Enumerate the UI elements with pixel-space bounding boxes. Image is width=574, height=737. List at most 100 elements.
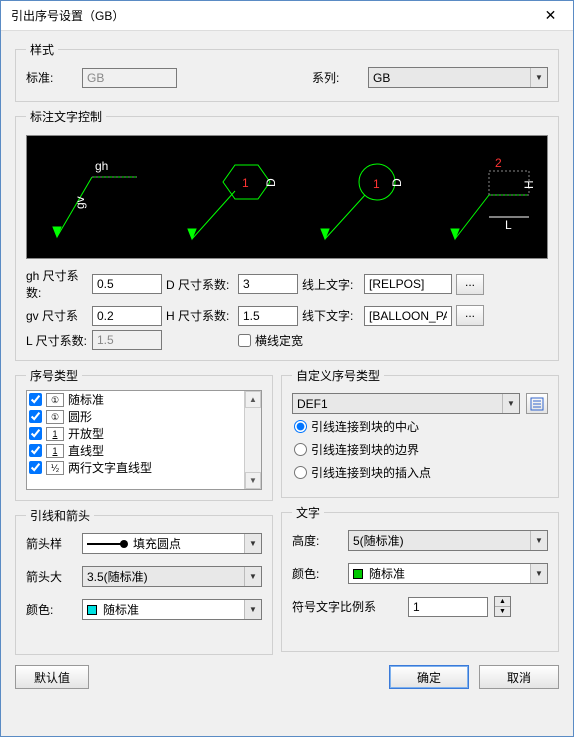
l-label: L 尺寸系数:: [26, 332, 88, 349]
radio-label: 引线连接到块的边界: [311, 441, 419, 458]
series-label: 系列:: [312, 69, 362, 86]
list-scrollbar[interactable]: ▲ ▼: [244, 391, 261, 489]
svg-text:H: H: [522, 180, 536, 189]
arrow-size-label: 箭头大: [26, 568, 76, 585]
arrow-shape-icon: [87, 543, 127, 545]
ok-button[interactable]: 确定: [389, 665, 469, 689]
list-checkbox[interactable]: [29, 427, 42, 440]
leader-color-combo[interactable]: 随标准 ▼: [82, 599, 262, 620]
list-checkbox[interactable]: [29, 393, 42, 406]
seq-icon: 1: [46, 444, 64, 458]
style-group: 样式 标准: 系列: GB ▼: [15, 41, 559, 102]
gv-input[interactable]: [92, 306, 162, 326]
svg-text:D: D: [264, 178, 278, 187]
radio-input[interactable]: [294, 420, 307, 433]
radio-label: 引线连接到块的中心: [311, 418, 419, 435]
list-item-label: 圆形: [68, 408, 92, 425]
text-height-value: 5(随标准): [353, 532, 404, 549]
ratio-spinner[interactable]: ▲ ▼: [494, 596, 511, 617]
gh-input[interactable]: [92, 274, 162, 294]
online-browse-button[interactable]: ...: [456, 274, 484, 295]
close-icon[interactable]: ✕: [528, 1, 573, 30]
scroll-down-icon[interactable]: ▼: [245, 472, 261, 489]
text-height-combo[interactable]: 5(随标准) ▼: [348, 530, 548, 551]
seq-type-list[interactable]: ① 随标准 ① 圆形 1 开放型 1 直线型 ⅟₂ 两行文字直线型 ▲ ▼: [26, 390, 262, 490]
ratio-input[interactable]: [408, 597, 488, 617]
d-label: D 尺寸系数:: [166, 276, 234, 293]
seq-type-group: 序号类型 ① 随标准 ① 圆形 1 开放型 1 直线型 ⅟₂ 两行文字直线型 ▲ ▼: [15, 367, 273, 501]
list-item[interactable]: 1 开放型: [27, 425, 244, 442]
text-group: 文字 高度: 5(随标准) ▼ 颜色: 随标准 ▼: [281, 504, 559, 652]
chevron-down-icon: ▼: [244, 600, 261, 619]
text-control-legend: 标注文字控制: [26, 108, 106, 125]
color-swatch-icon: [353, 569, 363, 579]
list-checkbox[interactable]: [29, 410, 42, 423]
custom-combo-value: DEF1: [297, 397, 328, 411]
seq-icon: 1: [46, 427, 64, 441]
spin-up-icon[interactable]: ▲: [495, 597, 510, 607]
radio-input[interactable]: [294, 443, 307, 456]
hline-checkbox[interactable]: [238, 334, 251, 347]
preview-image: gh gv 1 D: [26, 135, 548, 259]
arrow-style-value: 填充圆点: [133, 535, 181, 552]
radio-option[interactable]: 引线连接到块的中心: [294, 418, 548, 435]
custom-combo[interactable]: DEF1 ▼: [292, 393, 520, 414]
under-input[interactable]: [364, 306, 452, 326]
text-color-label: 颜色:: [292, 565, 342, 582]
leader-legend: 引线和箭头: [26, 507, 94, 524]
radio-option[interactable]: 引线连接到块的插入点: [294, 464, 548, 481]
custom-list-button[interactable]: [526, 393, 548, 414]
h-label: H 尺寸系数:: [166, 307, 234, 324]
ratio-label: 符号文字比例系: [292, 598, 402, 615]
svg-text:gh: gh: [95, 159, 108, 173]
text-height-label: 高度:: [292, 532, 342, 549]
color-swatch-icon: [87, 605, 97, 615]
spin-down-icon[interactable]: ▼: [495, 607, 510, 616]
list-checkbox[interactable]: [29, 461, 42, 474]
arrow-style-combo[interactable]: 填充圆点 ▼: [82, 533, 262, 554]
seq-icon: ①: [46, 410, 64, 424]
arrow-size-combo[interactable]: 3.5(随标准) ▼: [82, 566, 262, 587]
scroll-up-icon[interactable]: ▲: [245, 391, 261, 408]
online-input[interactable]: [364, 274, 452, 294]
online-label: 线上文字:: [302, 276, 360, 293]
text-legend: 文字: [292, 504, 324, 521]
seq-type-legend: 序号类型: [26, 367, 82, 384]
series-value: GB: [373, 71, 390, 85]
leader-group: 引线和箭头 箭头样 填充圆点 ▼ 箭头大 3.5(随标准) ▼: [15, 507, 273, 655]
arrow-style-label: 箭头样: [26, 535, 76, 552]
default-button[interactable]: 默认值: [15, 665, 89, 689]
svg-text:D: D: [390, 178, 404, 187]
chevron-down-icon: ▼: [530, 531, 547, 550]
svg-text:2: 2: [495, 156, 502, 170]
window-title: 引出序号设置（GB）: [1, 7, 528, 24]
gh-label: gh 尺寸系数:: [26, 267, 88, 301]
svg-text:L: L: [505, 218, 512, 232]
list-item-label: 随标准: [68, 391, 104, 408]
cancel-button[interactable]: 取消: [479, 665, 559, 689]
custom-type-legend: 自定义序号类型: [292, 367, 384, 384]
h-input[interactable]: [238, 306, 298, 326]
list-item[interactable]: ① 圆形: [27, 408, 244, 425]
gv-label: gv 尺寸系: [26, 307, 88, 324]
list-item[interactable]: ⅟₂ 两行文字直线型: [27, 459, 244, 476]
arrow-size-value: 3.5(随标准): [87, 568, 148, 585]
list-item-label: 直线型: [68, 442, 104, 459]
radio-option[interactable]: 引线连接到块的边界: [294, 441, 548, 458]
chevron-down-icon: ▼: [502, 394, 519, 413]
series-combo[interactable]: GB ▼: [368, 67, 548, 88]
standard-input: [82, 68, 177, 88]
under-browse-button[interactable]: ...: [456, 305, 484, 326]
text-color-combo[interactable]: 随标准 ▼: [348, 563, 548, 584]
d-input[interactable]: [238, 274, 298, 294]
seq-icon: ⅟₂: [46, 461, 64, 475]
under-label: 线下文字:: [302, 307, 360, 324]
seq-icon: ①: [46, 393, 64, 407]
list-item-label: 两行文字直线型: [68, 459, 152, 476]
list-checkbox[interactable]: [29, 444, 42, 457]
chevron-down-icon: ▼: [530, 564, 547, 583]
radio-input[interactable]: [294, 466, 307, 479]
list-item[interactable]: 1 直线型: [27, 442, 244, 459]
list-item[interactable]: ① 随标准: [27, 391, 244, 408]
list-item-label: 开放型: [68, 425, 104, 442]
